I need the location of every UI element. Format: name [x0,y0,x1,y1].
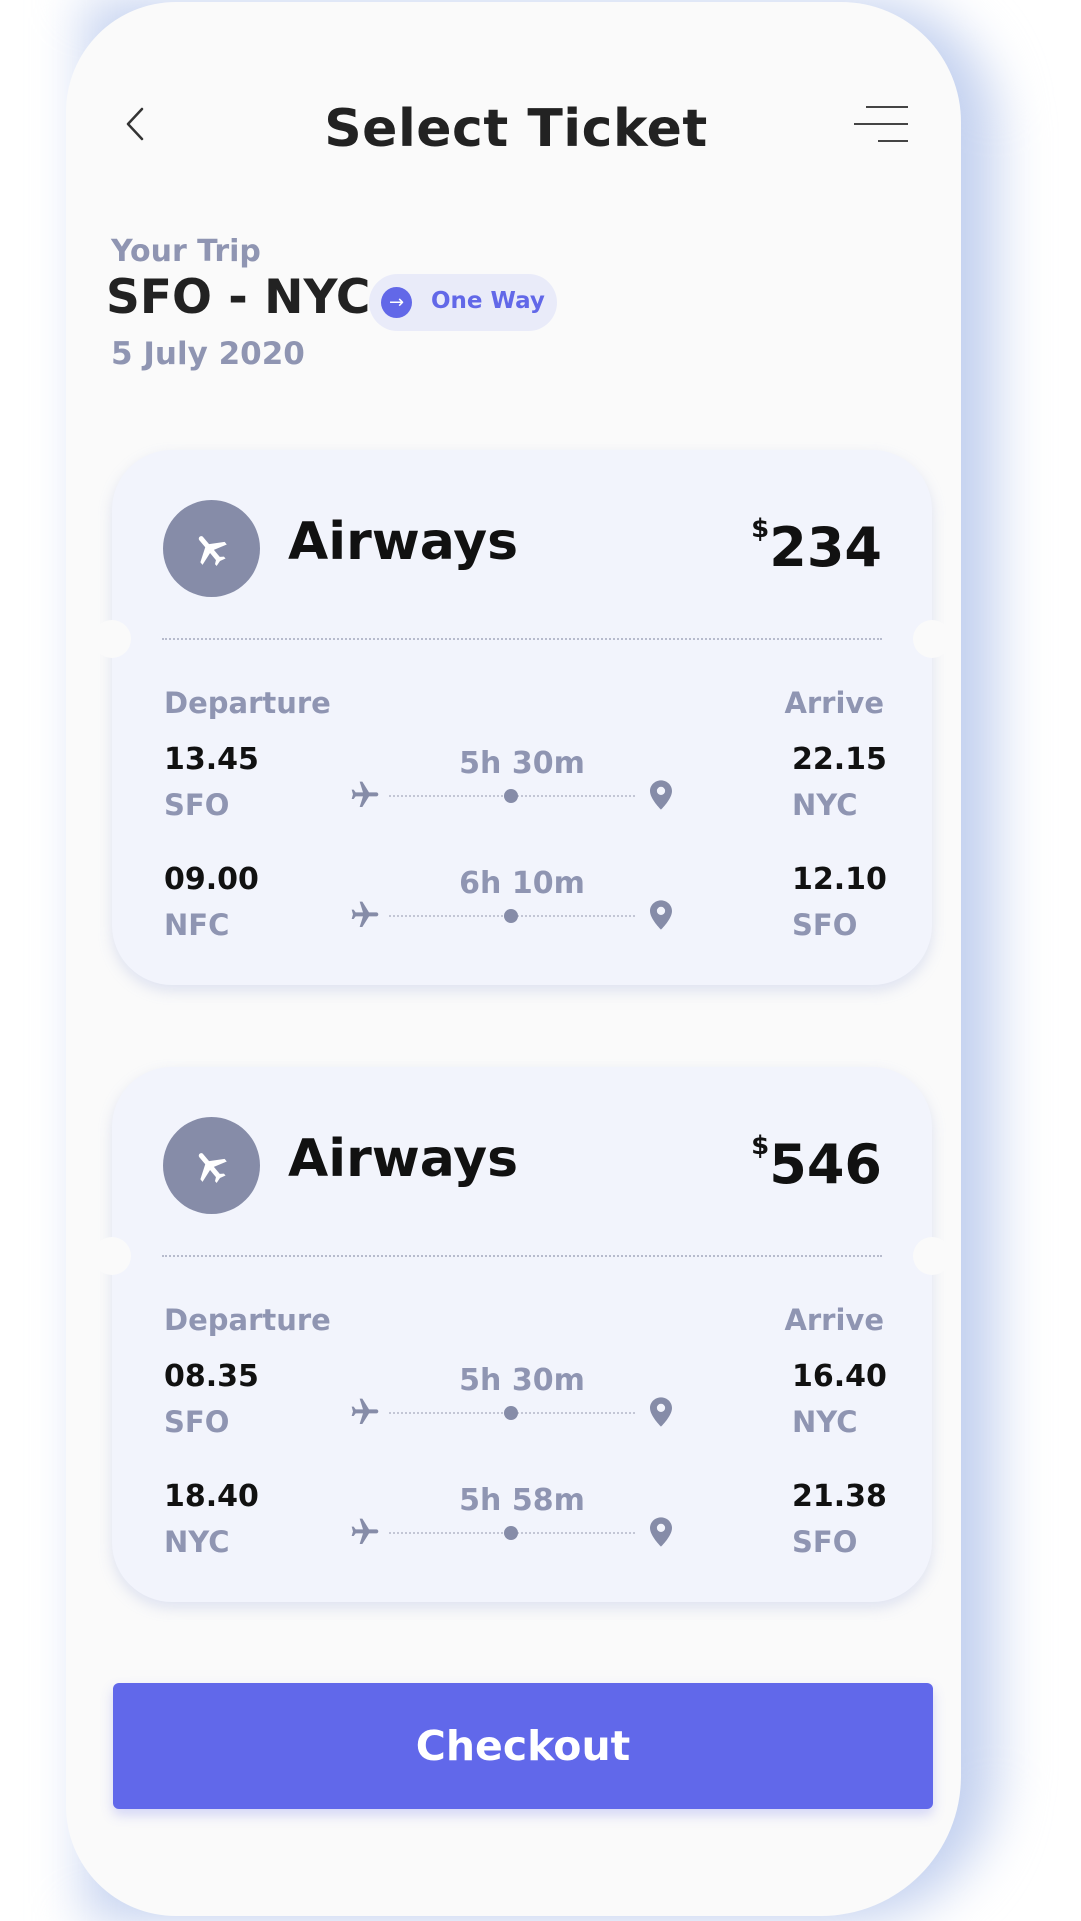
location-pin-icon [650,780,672,810]
flight-leg: 13.45 SFO 5h 30m 22.15 NYC [112,742,932,842]
plane-icon [351,1518,379,1544]
ticket-price: $546 [751,1131,882,1196]
flight-duration: 6h 10m [459,866,585,901]
trip-mode-pill[interactable]: → One Way [369,274,557,331]
departure-header: Departure [164,686,331,720]
departure-code: SFO [164,1405,230,1439]
location-pin-icon [650,1397,672,1427]
plane-icon [351,1398,379,1424]
departure-time: 13.45 [164,742,259,777]
airplane-icon [198,536,227,567]
trip-date: 5 July 2020 [111,336,305,372]
departure-time: 09.00 [164,862,259,897]
departure-code: NYC [164,1525,230,1559]
flight-duration: 5h 58m [459,1483,585,1518]
location-pin-icon [650,1517,672,1547]
location-pin-icon [650,900,672,930]
ticket-divider [162,638,882,640]
price-currency: $ [751,1131,770,1161]
flight-leg: 08.35 SFO 5h 30m 16.40 NYC [112,1359,932,1459]
plane-icon [351,781,379,807]
arrow-right-icon: → [381,287,412,318]
ticket-price: $234 [751,514,882,579]
route-midpoint [504,789,518,803]
airline-name: Airways [288,512,519,572]
trip-route: SFO - NYC [106,270,371,325]
arrival-time: 21.38 [792,1479,887,1514]
departure-header: Departure [164,1303,331,1337]
route-midpoint [504,909,518,923]
arrival-time: 16.40 [792,1359,887,1394]
flight-leg: 18.40 NYC 5h 58m 21.38 SFO [112,1479,932,1579]
departure-code: SFO [164,788,230,822]
airplane-icon [198,1153,227,1184]
arrival-code: SFO [792,1525,858,1559]
app-screen: Select Ticket Your Trip SFO - NYC 5 July… [66,2,961,1916]
plane-icon [351,901,379,927]
ticket-card[interactable]: Airways $234 Departure Arrive 13.45 SFO … [93,450,951,985]
arrival-time: 12.10 [792,862,887,897]
ticket-notch [913,620,951,658]
arrival-code: NYC [792,1405,858,1439]
trip-label: Your Trip [111,234,261,269]
airline-logo [163,500,260,597]
departure-time: 18.40 [164,1479,259,1514]
route-midpoint [504,1526,518,1540]
ticket-card[interactable]: Airways $546 Departure Arrive 08.35 SFO … [93,1067,951,1602]
ticket-notch [913,1237,951,1275]
menu-button[interactable] [854,102,908,152]
arrival-code: SFO [792,908,858,942]
flight-duration: 5h 30m [459,1363,585,1398]
airline-logo [163,1117,260,1214]
flight-duration: 5h 30m [459,746,585,781]
arrive-header: Arrive [784,1303,884,1337]
ticket-divider [162,1255,882,1257]
price-value: 546 [769,1133,882,1196]
departure-code: NFC [164,908,230,942]
trip-mode-label: One Way [431,288,545,314]
airline-name: Airways [288,1129,519,1189]
arrive-header: Arrive [784,686,884,720]
price-value: 234 [769,516,882,579]
departure-time: 08.35 [164,1359,259,1394]
arrival-time: 22.15 [792,742,887,777]
route-midpoint [504,1406,518,1420]
ticket-notch [93,1237,131,1275]
flight-leg: 09.00 NFC 6h 10m 12.10 SFO [112,862,932,962]
ticket-notch [93,620,131,658]
page-title: Select Ticket [324,99,708,159]
price-currency: $ [751,514,770,544]
arrival-code: NYC [792,788,858,822]
checkout-button[interactable]: Checkout [113,1683,933,1809]
